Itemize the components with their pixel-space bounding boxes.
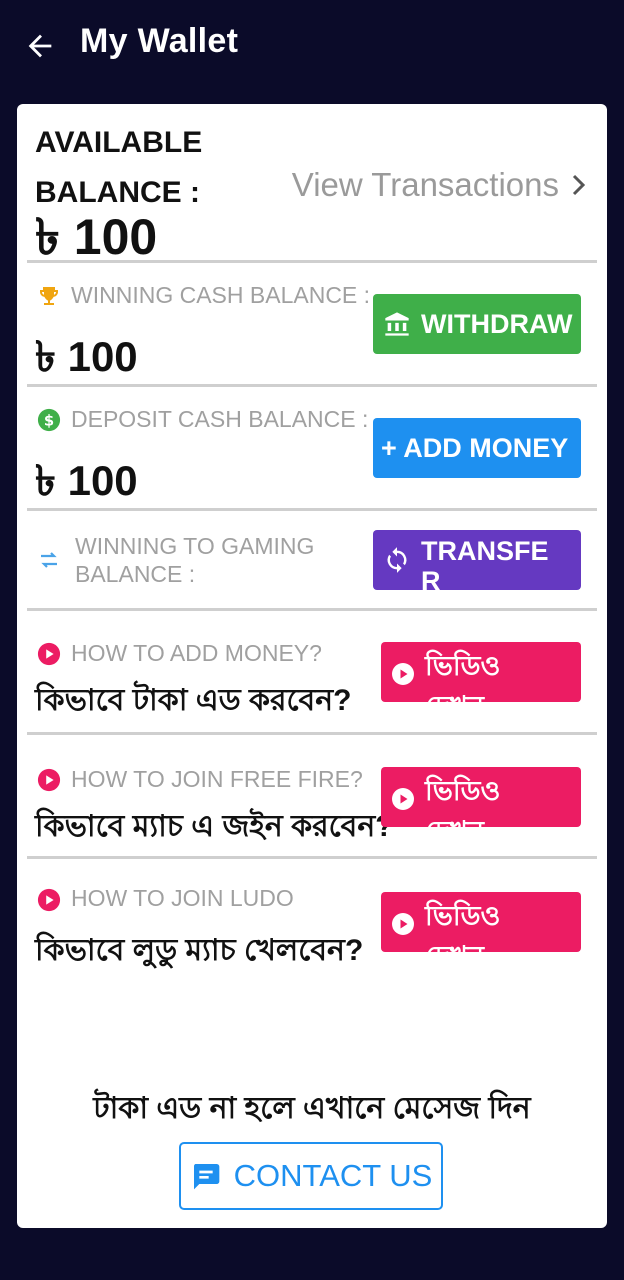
video-question: HOW TO JOIN LUDO MATCH? bbox=[71, 885, 294, 916]
video-question: HOW TO ADD MONEY? bbox=[71, 640, 322, 666]
add-money-button[interactable]: + ADD MONEY bbox=[373, 418, 581, 478]
withdraw-label: WITHDRAW bbox=[421, 308, 573, 339]
watch-video-button[interactable]: ভিডিও দেখুন bbox=[381, 767, 581, 827]
bank-icon bbox=[383, 310, 411, 338]
play-circle-icon bbox=[391, 912, 415, 936]
help-message: টাকা এড না হলে এখানে মেসেজ দিন bbox=[93, 1092, 531, 1125]
play-circle-icon bbox=[391, 787, 415, 811]
chevron-right-icon bbox=[572, 174, 586, 196]
dollar-coin-icon: $ bbox=[37, 408, 61, 432]
video-bangla-caption: কিভাবে টাকা এড করবেন? bbox=[35, 684, 352, 717]
video-bangla-caption: কিভাবে ম্যাচ এ জইন করবেন? bbox=[35, 810, 394, 843]
top-app-bar: My Wallet bbox=[0, 0, 624, 90]
swap-arrows-icon bbox=[37, 548, 61, 572]
watch-video-label: ভিডিও দেখুন bbox=[425, 651, 501, 702]
divider bbox=[27, 856, 597, 859]
withdraw-button[interactable]: WITHDRAW bbox=[373, 294, 581, 354]
play-circle-icon bbox=[37, 768, 61, 792]
add-money-label: + ADD MONEY bbox=[381, 432, 569, 463]
divider bbox=[27, 384, 597, 387]
winning-cash-label-row: WINNING CASH BALANCE : bbox=[37, 282, 370, 309]
watch-video-label: ভিডিও দেখুন bbox=[425, 776, 501, 827]
divider bbox=[27, 732, 597, 735]
divider bbox=[27, 608, 597, 611]
svg-text:$: $ bbox=[44, 412, 54, 429]
transfer-label-text: TRANSFER bbox=[421, 536, 549, 590]
view-transactions-link[interactable]: View Transactions bbox=[292, 166, 587, 204]
available-balance-amount: ৳ 100 bbox=[35, 209, 158, 265]
deposit-cash-label: DEPOSIT CASH BALANCE : bbox=[71, 406, 369, 432]
video-question: HOW TO JOIN FREE FIRE? bbox=[71, 766, 363, 792]
transfer-label: WINNING TO GAMING BALANCE : bbox=[75, 533, 315, 587]
back-button[interactable] bbox=[20, 26, 60, 66]
video-question-row: HOW TO ADD MONEY? bbox=[37, 640, 322, 667]
watch-video-label: ভিডিও দেখুন bbox=[425, 901, 501, 952]
message-icon bbox=[193, 1164, 220, 1190]
contact-us-label: CONTACT US bbox=[233, 1158, 433, 1193]
wallet-card: AVAILABLE BALANCE : ৳ 100 View Transacti… bbox=[17, 104, 607, 1228]
transfer-button[interactable]: TRANSFER bbox=[373, 530, 581, 590]
watch-video-button[interactable]: ভিডিও দেখুন bbox=[381, 892, 581, 952]
play-circle-icon bbox=[391, 662, 415, 686]
winning-cash-label: WINNING CASH BALANCE : bbox=[71, 282, 371, 308]
transfer-label-row: WINNING TO GAMING BALANCE : bbox=[37, 532, 347, 588]
divider bbox=[27, 260, 597, 263]
video-bangla-caption: কিভাবে লুডু ম্যাচ খেলবেন? bbox=[35, 934, 364, 967]
arrow-left-icon bbox=[28, 34, 52, 58]
video-question-row: HOW TO JOIN LUDO MATCH? bbox=[37, 884, 317, 916]
view-transactions-label: View Transactions bbox=[291, 166, 559, 203]
contact-us-button[interactable]: CONTACT US bbox=[179, 1142, 443, 1210]
play-circle-icon bbox=[37, 642, 61, 666]
watch-video-button[interactable]: ভিডিও দেখুন bbox=[381, 642, 581, 702]
play-circle-icon bbox=[37, 888, 61, 912]
trophy-icon bbox=[37, 284, 61, 308]
deposit-cash-label-row: $ DEPOSIT CASH BALANCE : bbox=[37, 406, 368, 433]
sync-icon bbox=[383, 546, 411, 574]
page-title: My Wallet bbox=[80, 22, 239, 60]
divider bbox=[27, 508, 597, 511]
video-question-row: HOW TO JOIN FREE FIRE? bbox=[37, 766, 363, 793]
